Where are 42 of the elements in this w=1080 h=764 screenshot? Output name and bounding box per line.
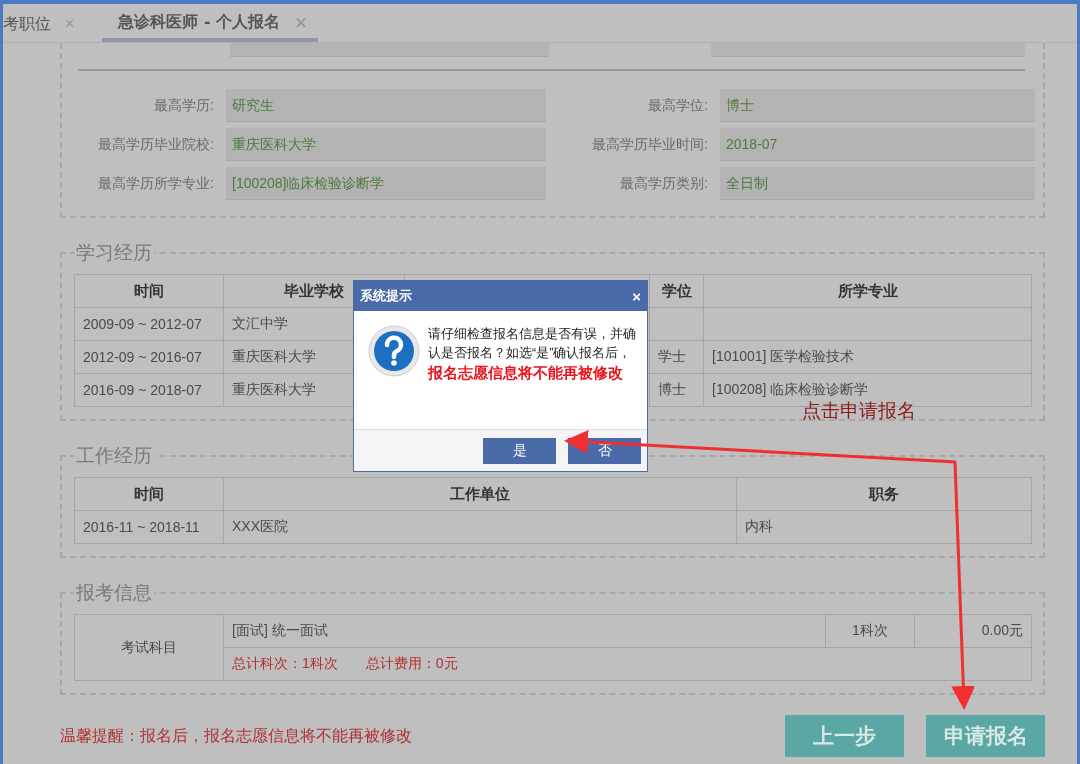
field-label: 最高学历: [153,96,214,115]
button[interactable]: 申请报名 [926,715,1045,757]
table-cell: [101001] 医学检验技术 [703,340,1032,374]
field-value: 研究生 [226,89,546,122]
field-label: 最高学历毕业院校: [97,135,214,154]
column-header: 时间 [74,274,224,308]
table-cell: 学士 [649,340,704,374]
field-value: 博士 [720,89,1035,122]
field-label: 最高学历毕业时间: [591,135,708,154]
table-cell: 考试科目 [74,614,224,681]
close-button[interactable]: × [632,287,641,305]
field-label: 最高学位: [647,96,708,115]
table-cell: [面试] 统一面试 [223,614,826,648]
table-cell: 2009-09 ~ 2012-07 [74,307,224,341]
table-cell: XXX医院 [223,510,737,544]
button[interactable]: 上一步 [785,715,904,757]
field-label: 最高学历所学专业: [97,174,214,193]
warning-text: 报名志愿信息将不能再被修改 [428,363,624,382]
table-cell: 2016-11 ~ 2018-11 [74,510,224,544]
column-header: 所学专业 [703,274,1032,308]
field-label: 最高学历类别: [619,174,708,193]
question-icon [368,325,420,377]
column-header: 学位 [649,274,704,308]
summary-text: 总计科次：1科次 [232,655,338,671]
summary-text: 总计费用：0元 [365,655,458,671]
column-header: 职务 [736,477,1032,511]
table-cell: 0.00元 [914,614,1032,648]
table-cell: 2016-09 ~ 2018-07 [74,373,224,407]
column-header: 工作单位 [223,477,737,511]
table-cell: 内科 [736,510,1032,544]
field-value: [100208]临床检验诊断学 [226,167,546,200]
dialog-message: 请仔细检查报名信息是否有误，并确认是否报名？如选“是”确认报名后， [428,326,637,362]
field-value: 2018-07 [720,128,1035,161]
tab[interactable]: 考职位 × [3,6,85,42]
table-cell: 1科次 [825,614,915,648]
notice-text: 温馨提醒：报名后，报名志愿信息将不能再被修改 [60,725,412,747]
table-cell: 2012-09 ~ 2016-07 [74,340,224,374]
dialog-button[interactable]: 是 [483,437,556,464]
column-header: 时间 [74,477,224,511]
table-cell: 博士 [649,373,704,407]
field-value: 全日制 [720,167,1035,200]
field-value: 重庆医科大学 [226,128,546,161]
